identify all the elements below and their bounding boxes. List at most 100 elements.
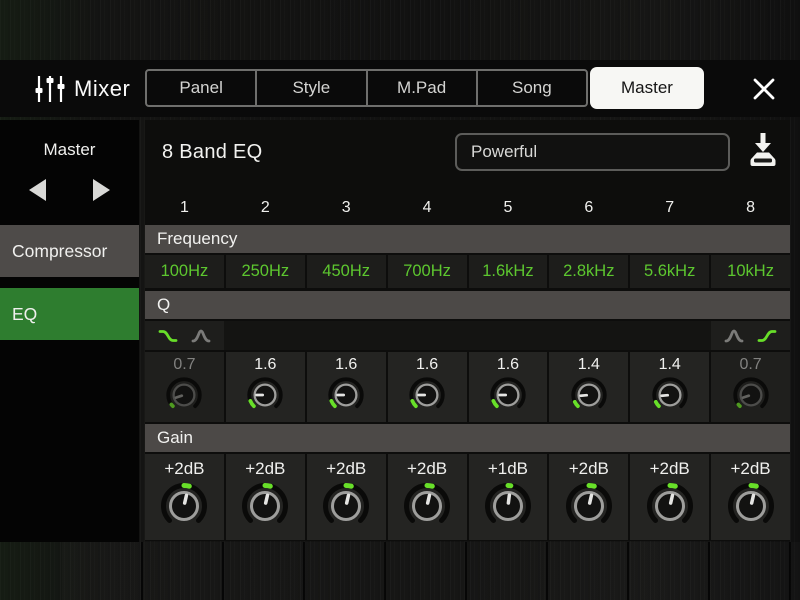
gain-knob[interactable] <box>644 480 696 532</box>
sidebar-item-compressor[interactable]: Compressor <box>0 225 139 277</box>
sidebar: Master Compressor EQ <box>0 120 139 542</box>
q-knob[interactable] <box>569 375 609 415</box>
q-knob[interactable] <box>164 375 204 415</box>
q-value: 1.4 <box>578 355 600 375</box>
gain-knob[interactable] <box>401 480 453 532</box>
q-value: 1.6 <box>335 355 357 375</box>
q-row: 0.7 1.6 1.6 1.6 1.6 1.4 1.4 0.7 <box>145 352 790 422</box>
gain-band-cell: +2dB <box>388 454 467 540</box>
gain-section-label: Gain <box>145 424 790 452</box>
q-knob[interactable] <box>326 375 366 415</box>
gain-value: +2dB <box>730 457 770 480</box>
q-value: 0.7 <box>173 355 195 375</box>
q-band-cell: 1.6 <box>388 352 467 422</box>
band-number-row: 12345678 <box>145 194 790 222</box>
peak-icon[interactable] <box>721 326 747 346</box>
q-knob[interactable] <box>488 375 528 415</box>
prev-part-button[interactable] <box>20 175 54 205</box>
frequency-value[interactable]: 1.6kHz <box>469 255 548 288</box>
part-selector-label: Master <box>0 120 139 160</box>
q-band-cell: 1.6 <box>226 352 305 422</box>
tab-panel[interactable]: Panel <box>147 71 255 105</box>
q-band-cell: 0.7 <box>711 352 790 422</box>
gain-knob[interactable] <box>482 480 534 532</box>
low-shelf-icon[interactable] <box>155 326 181 346</box>
frequency-value[interactable]: 450Hz <box>307 255 386 288</box>
band-number: 4 <box>388 194 467 222</box>
filter-type-cell[interactable] <box>145 321 224 350</box>
mixer-faders-icon <box>33 73 67 105</box>
q-knob[interactable] <box>407 375 447 415</box>
app-title: Mixer <box>74 60 130 117</box>
filter-type-cell[interactable] <box>711 321 790 350</box>
frequency-value[interactable]: 5.6kHz <box>630 255 709 288</box>
gain-value: +2dB <box>650 457 690 480</box>
gain-band-cell: +2dB <box>307 454 386 540</box>
gain-value: +2dB <box>245 457 285 480</box>
tab-master[interactable]: Master <box>590 67 704 109</box>
gain-knob[interactable] <box>563 480 615 532</box>
band-number: 8 <box>711 194 790 222</box>
filter-type-cell <box>388 321 467 350</box>
peak-icon[interactable] <box>188 326 214 346</box>
band-number: 2 <box>226 194 305 222</box>
preset-value: Powerful <box>471 142 537 161</box>
q-value: 0.7 <box>739 355 761 375</box>
left-arrow-icon <box>29 179 46 201</box>
q-band-cell: 1.4 <box>630 352 709 422</box>
gain-value: +2dB <box>407 457 447 480</box>
q-value: 1.6 <box>416 355 438 375</box>
gain-value: +2dB <box>326 457 366 480</box>
frequency-value[interactable]: 10kHz <box>711 255 790 288</box>
background-columns <box>62 542 800 600</box>
close-icon[interactable] <box>748 73 780 105</box>
q-band-cell: 1.4 <box>549 352 628 422</box>
frequency-value[interactable]: 100Hz <box>145 255 224 288</box>
frequency-section-label: Frequency <box>145 225 790 253</box>
frequency-row: 100Hz250Hz450Hz700Hz1.6kHz2.8kHz5.6kHz10… <box>145 255 790 288</box>
filter-type-cell <box>630 321 709 350</box>
filter-type-cell <box>307 321 386 350</box>
tab-song[interactable]: Song <box>476 71 586 105</box>
q-value: 1.6 <box>254 355 276 375</box>
q-value: 1.6 <box>497 355 519 375</box>
next-part-button[interactable] <box>84 175 118 205</box>
q-band-cell: 1.6 <box>469 352 548 422</box>
gain-band-cell: +2dB <box>145 454 224 540</box>
frequency-value[interactable]: 2.8kHz <box>549 255 628 288</box>
band-number: 1 <box>145 194 224 222</box>
preset-selector[interactable]: Powerful <box>455 133 730 171</box>
panel-title: 8 Band EQ <box>162 141 263 164</box>
eq-panel: 8 Band EQ Powerful 12345678 Frequency 10… <box>145 120 790 541</box>
q-band-cell: 1.6 <box>307 352 386 422</box>
tab-group: Panel Style M.Pad Song <box>145 69 588 107</box>
titlebar: Mixer Panel Style M.Pad Song Master <box>0 60 800 117</box>
gain-band-cell: +1dB <box>469 454 548 540</box>
high-shelf-icon[interactable] <box>754 326 780 346</box>
tab-mpad[interactable]: M.Pad <box>366 71 476 105</box>
tab-style[interactable]: Style <box>255 71 365 105</box>
q-knob[interactable] <box>731 375 771 415</box>
filter-type-cell <box>469 321 548 350</box>
frequency-value[interactable]: 700Hz <box>388 255 467 288</box>
gain-band-cell: +2dB <box>711 454 790 540</box>
part-selector-arrows <box>0 175 139 205</box>
sidebar-item-eq[interactable]: EQ <box>0 288 139 340</box>
filter-type-row <box>145 321 790 350</box>
gain-row: +2dB+2dB+2dB+2dB+1dB+2dB+2dB+2dB <box>145 454 790 540</box>
gain-value: +1dB <box>488 457 528 480</box>
band-number: 3 <box>307 194 386 222</box>
save-icon[interactable] <box>744 128 782 172</box>
gain-knob[interactable] <box>158 480 210 532</box>
q-knob[interactable] <box>245 375 285 415</box>
frequency-value[interactable]: 250Hz <box>226 255 305 288</box>
gain-knob[interactable] <box>320 480 372 532</box>
gain-knob[interactable] <box>239 480 291 532</box>
band-number: 5 <box>469 194 548 222</box>
filter-type-cell <box>549 321 628 350</box>
gain-band-cell: +2dB <box>226 454 305 540</box>
q-value: 1.4 <box>659 355 681 375</box>
gain-knob[interactable] <box>725 480 777 532</box>
screen: Mixer Panel Style M.Pad Song Master Mast… <box>0 0 800 600</box>
q-knob[interactable] <box>650 375 690 415</box>
